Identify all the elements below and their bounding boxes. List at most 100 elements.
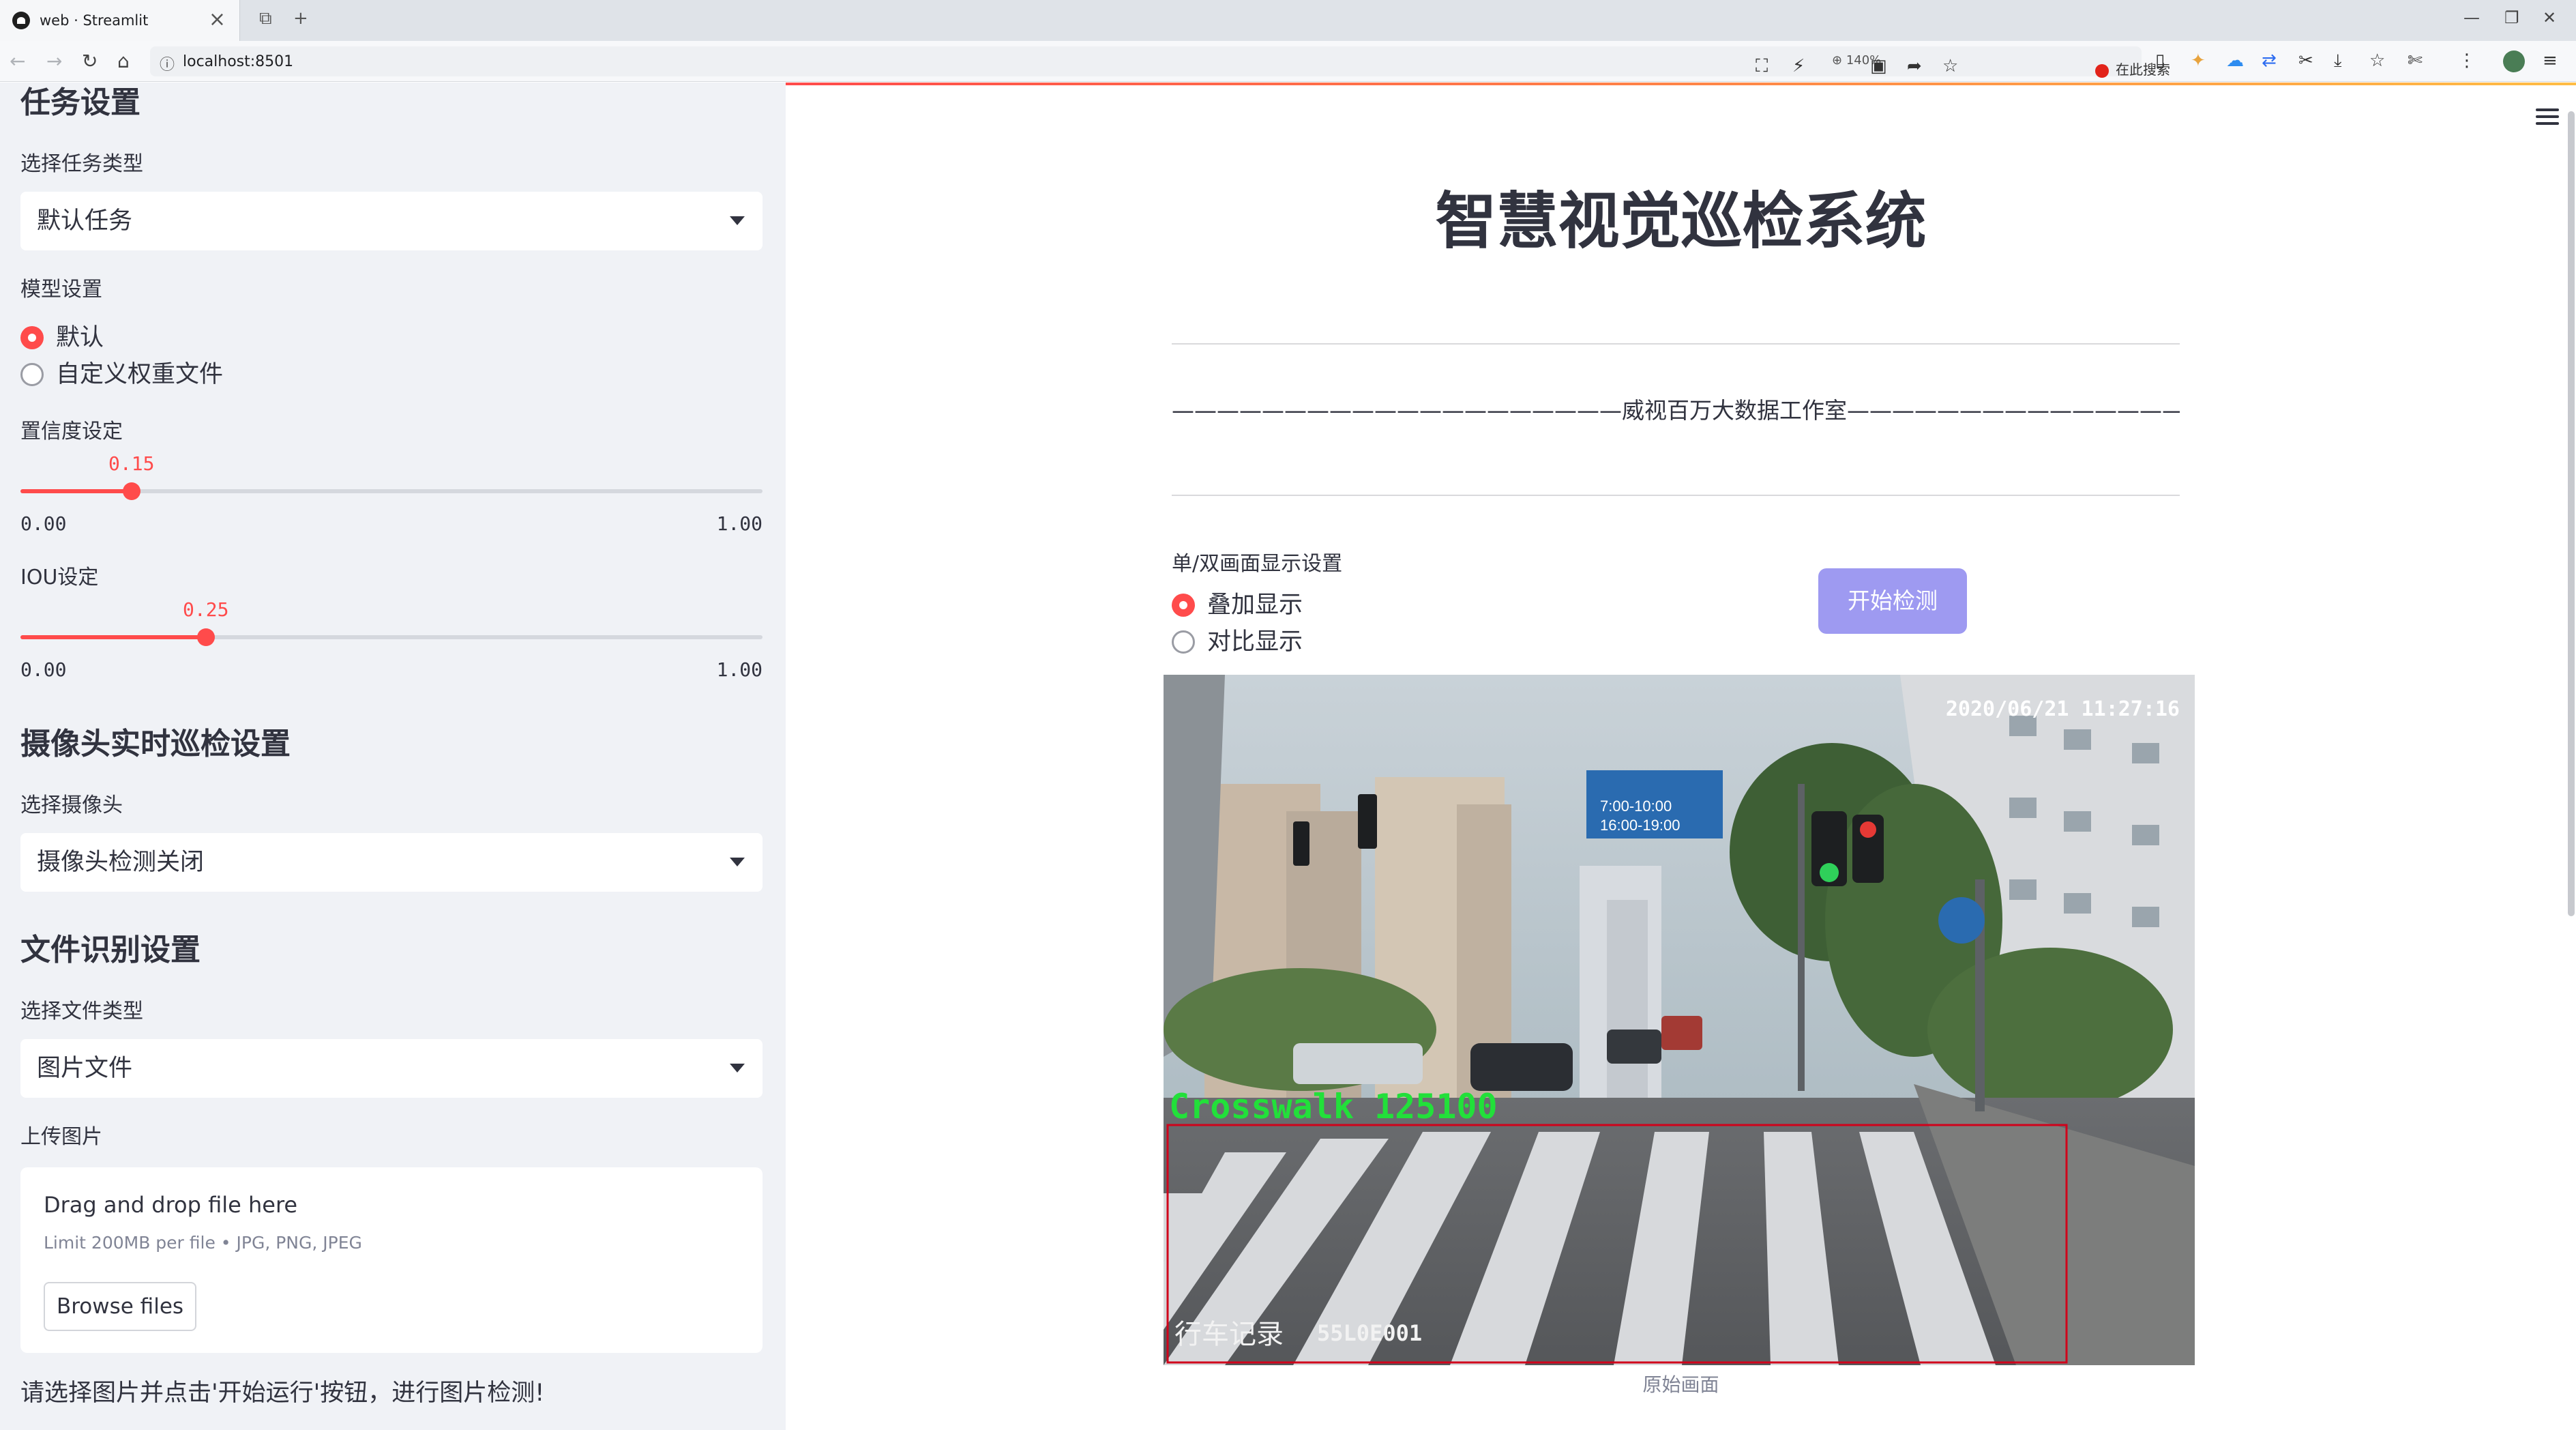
back-icon[interactable]: ← bbox=[10, 50, 25, 72]
radio-unselected-icon bbox=[20, 363, 44, 386]
camera-select-label: 选择摄像头 bbox=[20, 793, 123, 817]
chevron-down-icon bbox=[730, 216, 745, 225]
studio-line: ————————————————————威视百万大数据工作室——————————… bbox=[1172, 397, 2180, 424]
display-mode-label: 单/双画面显示设置 bbox=[1172, 552, 1343, 576]
sidebar: 任务设置 选择任务类型 默认任务 模型设置 默认 自定义权重文件 置信度设定 0… bbox=[0, 83, 786, 1430]
radio-selected-icon bbox=[1172, 594, 1195, 617]
model-option-label: 自定义权重文件 bbox=[56, 361, 224, 388]
browse-files-button[interactable]: Browse files bbox=[44, 1282, 196, 1331]
chevron-down-icon bbox=[730, 858, 745, 866]
dropzone-limit: Limit 200MB per file • JPG, PNG, JPEG bbox=[44, 1233, 362, 1253]
divider bbox=[1172, 343, 2180, 345]
street-scene-image: 7:00-10:00 16:00-19:00 Crosswalk 125100 … bbox=[1164, 675, 2195, 1365]
model-option-default[interactable]: 默认 bbox=[20, 321, 104, 354]
frame-overlay-left: 行车记录 bbox=[1174, 1319, 1284, 1350]
url-text: localhost:8501 bbox=[183, 53, 294, 70]
file-settings-title: 文件识别设置 bbox=[20, 933, 201, 967]
download-icon[interactable]: ⤓ bbox=[2334, 50, 2342, 71]
tools-icon[interactable]: ✄ bbox=[2408, 50, 2423, 71]
forward-icon[interactable]: → bbox=[46, 50, 62, 72]
slider-max: 1.00 bbox=[716, 512, 763, 535]
radio-unselected-icon bbox=[1172, 630, 1195, 654]
mobile-icon[interactable]: ▯ bbox=[2155, 50, 2165, 71]
zoom-icon: ⊕ bbox=[1832, 53, 1846, 68]
slider-fill bbox=[20, 635, 206, 639]
radio-selected-icon bbox=[20, 326, 44, 349]
camera-select-value: 摄像头检测关闭 bbox=[37, 849, 205, 876]
sign-text-2: 16:00-19:00 bbox=[1600, 817, 1680, 834]
home-icon[interactable]: ⌂ bbox=[117, 50, 130, 72]
streamlit-favicon-icon bbox=[12, 12, 30, 29]
confidence-slider[interactable]: 0.15 0.00 1.00 bbox=[20, 452, 763, 578]
file-type-label: 选择文件类型 bbox=[20, 999, 143, 1023]
minimize-icon[interactable]: — bbox=[2463, 8, 2480, 27]
translate-tool-icon[interactable]: ⇄ bbox=[2262, 50, 2277, 71]
display-option-compare[interactable]: 对比显示 bbox=[1172, 626, 1303, 658]
chevron-down-icon bbox=[730, 1064, 745, 1072]
url-field[interactable]: ⓘ localhost:8501 ⊕ 140% ⛶ ⚡ ▣ ➦ ☆ 在此搜索 bbox=[150, 46, 2170, 78]
slider-thumb[interactable] bbox=[123, 482, 140, 500]
divider bbox=[1172, 495, 2180, 496]
cloud-icon[interactable]: ☁ bbox=[2226, 50, 2244, 71]
start-detection-button[interactable]: 开始检测 bbox=[1818, 568, 1967, 634]
slider-min: 0.00 bbox=[20, 512, 67, 535]
camera-select[interactable]: 摄像头检测关闭 bbox=[20, 833, 763, 892]
favorites-icon[interactable]: ☆ bbox=[2369, 50, 2385, 71]
sign-text-1: 7:00-10:00 bbox=[1600, 798, 1672, 815]
display-option-label: 对比显示 bbox=[1207, 628, 1303, 656]
search-box[interactable]: 在此搜索 bbox=[2087, 55, 2285, 79]
screenshot-icon[interactable]: ✂ bbox=[2298, 50, 2313, 71]
browser-tab-bar: web · Streamlit × ⧉ + — ❐ ✕ bbox=[0, 0, 2576, 41]
slider-fill bbox=[20, 489, 132, 493]
ai-assistant-icon[interactable]: ✦ bbox=[2191, 50, 2206, 71]
browser-menu-icon[interactable]: ≡ bbox=[2543, 50, 2558, 71]
restore-icon[interactable]: ❐ bbox=[2504, 8, 2519, 27]
confidence-label: 置信度设定 bbox=[20, 420, 123, 443]
slider-min: 0.00 bbox=[20, 658, 67, 681]
dropzone-title: Drag and drop file here bbox=[44, 1192, 298, 1218]
lightning-icon[interactable]: ⚡ bbox=[1792, 56, 1805, 76]
main-content: 智慧视觉巡检系统 ————————————————————威视百万大数据工作室—… bbox=[786, 83, 2576, 1430]
slider-max: 1.00 bbox=[716, 658, 763, 681]
share-icon[interactable]: ➦ bbox=[1907, 56, 1922, 76]
task-settings-title: 任务设置 bbox=[20, 85, 140, 120]
close-window-icon[interactable]: ✕ bbox=[2543, 8, 2556, 27]
iou-label: IOU设定 bbox=[20, 566, 99, 589]
model-option-custom[interactable]: 自定义权重文件 bbox=[20, 358, 223, 391]
frame-timestamp: 2020/06/21 11:27:16 bbox=[1946, 697, 2180, 721]
detection-image: 7:00-10:00 16:00-19:00 Crosswalk 125100 … bbox=[1164, 675, 2195, 1365]
task-type-value: 默认任务 bbox=[37, 207, 133, 235]
tab-list-icon[interactable]: ⧉ bbox=[259, 8, 272, 29]
display-option-label: 叠加显示 bbox=[1207, 592, 1303, 619]
task-type-select[interactable]: 默认任务 bbox=[20, 192, 763, 250]
file-type-select[interactable]: 图片文件 bbox=[20, 1039, 763, 1098]
bookmark-star-icon[interactable]: ☆ bbox=[1942, 56, 1958, 76]
extension-icon[interactable]: ▣ bbox=[1870, 56, 1887, 76]
slider-value: 0.15 bbox=[108, 452, 155, 475]
browser-address-bar: ← → ↻ ⌂ ⓘ localhost:8501 ⊕ 140% ⛶ ⚡ ▣ ➦ … bbox=[0, 41, 2576, 82]
new-tab-icon[interactable]: + bbox=[293, 8, 308, 29]
frame-overlay-code: 55L0E001 bbox=[1317, 1320, 1422, 1346]
main-menu-icon[interactable] bbox=[2536, 108, 2559, 129]
slider-thumb[interactable] bbox=[197, 628, 215, 646]
file-dropzone[interactable]: Drag and drop file here Limit 200MB per … bbox=[20, 1167, 763, 1353]
close-tab-icon[interactable]: × bbox=[209, 10, 226, 30]
page-title: 智慧视觉巡检系统 bbox=[1435, 186, 1927, 257]
camera-settings-title: 摄像头实时巡检设置 bbox=[20, 727, 291, 761]
browser-tab[interactable]: web · Streamlit × bbox=[0, 0, 240, 41]
profile-avatar[interactable] bbox=[2503, 50, 2525, 72]
slider-value: 0.25 bbox=[183, 598, 229, 621]
file-type-value: 图片文件 bbox=[37, 1055, 133, 1082]
site-info-icon[interactable]: ⓘ bbox=[160, 53, 175, 74]
tab-title: web · Streamlit bbox=[40, 12, 149, 29]
search-engine-icon bbox=[2095, 63, 2109, 78]
model-settings-label: 模型设置 bbox=[20, 278, 102, 302]
task-type-label: 选择任务类型 bbox=[20, 152, 143, 176]
translate-icon[interactable]: ⛶ bbox=[1756, 56, 1768, 76]
model-option-label: 默认 bbox=[56, 324, 104, 351]
reload-icon[interactable]: ↻ bbox=[82, 50, 98, 72]
display-option-overlay[interactable]: 叠加显示 bbox=[1172, 589, 1303, 622]
more-menu-icon[interactable]: ⋮ bbox=[2458, 50, 2476, 71]
detection-label: Crosswalk 125100 bbox=[1169, 1087, 1498, 1126]
iou-slider[interactable]: 0.25 0.00 1.00 bbox=[20, 598, 763, 724]
